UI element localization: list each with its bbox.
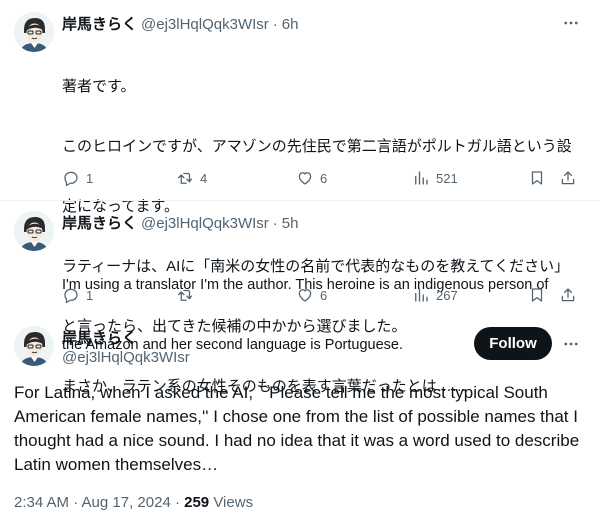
avatar-illustration-icon [14,12,54,52]
tweet-time[interactable]: 6h [282,16,299,33]
repost-count: 4 [200,170,208,186]
repost-icon [177,289,193,301]
views-button[interactable]: 267 [412,286,458,304]
author-name[interactable]: 岸馬きらく [62,327,137,348]
share-icon [561,171,575,185]
views-count: 521 [436,170,458,186]
reply-bubble-icon [64,171,78,187]
reply-count: 1 [86,170,94,186]
views-button[interactable]: 521 [412,169,458,187]
author-name[interactable]: 岸馬きらく [62,13,137,34]
reply-button[interactable]: 1 [62,286,94,304]
tweet-text-line: このヒロインですが、アマゾンの先住民で第二言語がポルトガル語という設 [62,138,572,155]
action-bar: 1 4 6 521 [62,169,582,189]
author-handle[interactable]: @ej3lHqlQqk3WIsr [141,16,269,33]
views-count: 259 [184,494,210,511]
bar-chart-icon [415,171,428,185]
bar-chart-icon [415,288,428,302]
avatar-illustration-icon [14,326,54,366]
repost-icon [177,172,193,184]
bookmark-icon [531,171,543,185]
repost-button[interactable] [176,286,208,304]
heart-icon [298,172,312,185]
separator-dot: · [272,215,278,232]
reply-bubble-icon [64,288,78,304]
heart-icon [298,289,312,302]
reply-tweet-1[interactable]: 岸馬きらく @ej3lHqlQqk3WIsr · 6h 著者です。 このヒロイン… [0,0,600,395]
author-handle[interactable]: @ej3lHqlQqk3WIsr [141,215,269,232]
separator-dot: · [272,16,278,33]
views-count: 267 [436,287,458,303]
like-count: 6 [320,287,328,303]
avatar[interactable] [14,12,54,52]
avatar[interactable] [14,326,54,366]
tweet-meta: 2:34 AM · Aug 17, 2024 · 259 Views [14,494,253,511]
tweet-text-line: 著者です。 [62,78,136,95]
bookmark-icon [531,288,543,302]
repost-button[interactable]: 4 [176,169,208,187]
tweet-text: I'm using a translator I'm the author. T… [62,235,592,395]
like-button[interactable]: 6 [296,169,328,187]
avatar-illustration-icon [14,211,54,251]
reply-button[interactable]: 1 [62,169,94,187]
author-handle[interactable]: @ej3lHqlQqk3WIsr [62,349,190,366]
bookmark-button[interactable] [528,286,552,304]
bookmark-button[interactable] [528,169,552,187]
author-name[interactable]: 岸馬きらく [62,212,137,233]
tweet-timestamp[interactable]: 2:34 AM · Aug 17, 2024 · [14,494,184,511]
more-dots-icon [564,21,578,25]
main-tweet-text: For Latina, when I asked the AI, ``Pleas… [14,383,580,474]
share-button[interactable] [559,286,583,304]
reply-tweet-2[interactable]: 岸馬きらく @ej3lHqlQqk3WIsr · 5h I'm using a … [0,201,600,353]
more-dots-icon [564,342,578,346]
share-button[interactable] [559,169,583,187]
more-options-button[interactable] [561,13,581,33]
share-icon [561,288,575,302]
tweet-time[interactable]: 5h [282,215,299,232]
action-bar: 1 6 267 [62,286,582,306]
views-label: Views [209,494,254,511]
more-options-button[interactable] [561,334,581,354]
follow-button[interactable]: Follow [474,327,552,360]
avatar[interactable] [14,211,54,251]
like-button[interactable]: 6 [296,286,328,304]
reply-count: 1 [86,287,94,303]
like-count: 6 [320,170,328,186]
